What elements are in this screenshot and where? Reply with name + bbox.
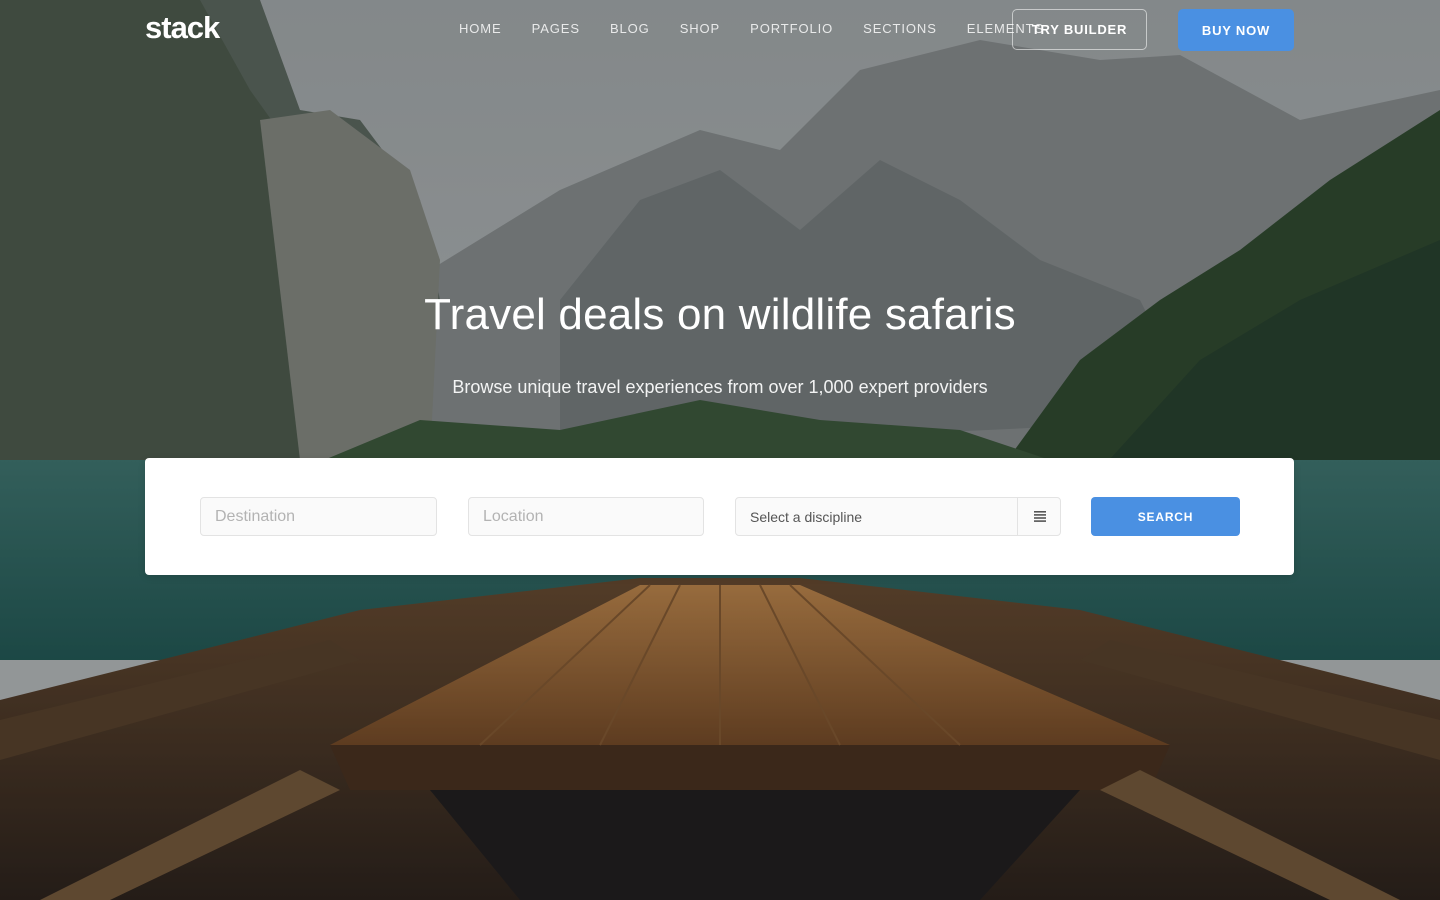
- try-builder-button[interactable]: TRY BUILDER: [1012, 9, 1147, 50]
- search-card: Select a discipline SEARCH: [145, 458, 1294, 575]
- hero-title: Travel deals on wildlife safaris: [424, 290, 1016, 339]
- discipline-select-value: Select a discipline: [750, 509, 863, 525]
- buy-now-button[interactable]: BUY NOW: [1178, 9, 1294, 51]
- nav-item-blog[interactable]: BLOG: [610, 21, 650, 37]
- destination-input[interactable]: [200, 497, 437, 536]
- hero-section: stack HOME PAGES BLOG SHOP PORTFOLIO SEC…: [0, 0, 1440, 900]
- brand-logo[interactable]: stack: [145, 10, 220, 46]
- main-nav: HOME PAGES BLOG SHOP PORTFOLIO SECTIONS …: [459, 21, 1044, 37]
- hero-subtitle: Browse unique travel experiences from ov…: [452, 377, 988, 397]
- nav-item-shop[interactable]: SHOP: [680, 21, 720, 37]
- discipline-select[interactable]: Select a discipline: [735, 497, 1061, 536]
- menu-lines-icon: [1034, 511, 1046, 522]
- select-divider: [1017, 498, 1018, 535]
- nav-item-home[interactable]: HOME: [459, 21, 502, 37]
- nav-item-portfolio[interactable]: PORTFOLIO: [750, 21, 833, 37]
- search-button[interactable]: SEARCH: [1091, 497, 1240, 536]
- nav-item-pages[interactable]: PAGES: [532, 21, 580, 37]
- nav-item-sections[interactable]: SECTIONS: [863, 21, 937, 37]
- hero-overlay: [0, 0, 1440, 900]
- location-input[interactable]: [468, 497, 704, 536]
